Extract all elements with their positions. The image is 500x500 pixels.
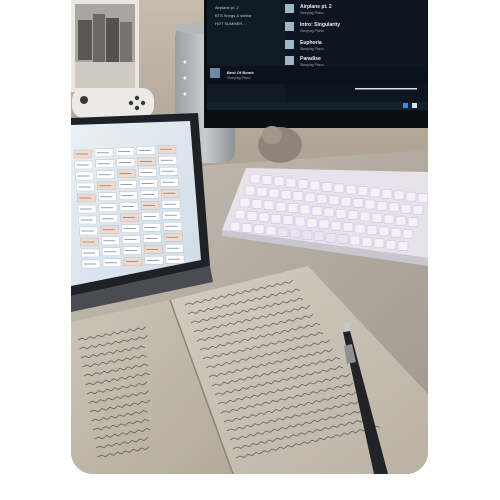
key — [292, 191, 304, 201]
key — [373, 238, 385, 249]
key — [342, 222, 354, 232]
key — [309, 180, 321, 191]
key — [328, 195, 340, 206]
key — [347, 210, 359, 220]
key — [323, 207, 335, 218]
key — [381, 189, 393, 199]
key — [333, 183, 345, 194]
key — [306, 218, 318, 228]
monitor-left-item: BTS Songs & similar — [215, 13, 252, 18]
key — [287, 203, 299, 213]
key — [304, 192, 316, 203]
key — [383, 214, 395, 225]
desk-photo: Airplane pt. 2 BTS Songs & similar HOT S… — [71, 0, 428, 474]
track-thumbnail — [285, 56, 294, 65]
key — [316, 194, 328, 204]
key — [256, 187, 268, 197]
key — [359, 211, 371, 222]
key — [364, 199, 376, 210]
track-title: Euphoria — [300, 40, 322, 46]
key — [395, 215, 407, 226]
key — [253, 224, 265, 235]
key — [268, 188, 280, 199]
key — [337, 234, 349, 244]
key — [405, 191, 417, 202]
key — [321, 182, 333, 192]
key — [251, 199, 263, 209]
key — [299, 204, 311, 215]
key — [229, 221, 241, 232]
key — [265, 225, 277, 236]
track-title: Intro: Singularity — [300, 22, 340, 28]
key — [246, 211, 258, 221]
key — [371, 213, 383, 223]
key — [388, 202, 400, 213]
key — [369, 187, 381, 198]
key — [261, 175, 273, 185]
key — [366, 225, 378, 235]
key — [239, 197, 251, 208]
key — [241, 223, 253, 233]
key — [376, 201, 388, 211]
track-thumbnail — [285, 22, 294, 31]
key — [407, 217, 419, 227]
now-playing-artist: Sleeping Piano — [227, 76, 251, 80]
key — [412, 205, 424, 215]
key — [390, 227, 402, 238]
key — [301, 230, 313, 240]
key — [335, 208, 347, 219]
track-title: Paradise — [300, 56, 321, 62]
game-controller — [72, 88, 154, 118]
key — [311, 206, 323, 216]
key — [275, 201, 287, 212]
track-artist: Sleeping Piano — [300, 47, 324, 51]
key — [285, 177, 297, 188]
key — [397, 241, 409, 251]
key — [273, 176, 285, 187]
key — [340, 196, 352, 207]
key — [378, 226, 390, 237]
key — [385, 239, 397, 250]
key — [244, 185, 256, 196]
key — [400, 203, 412, 214]
key — [313, 231, 325, 242]
key — [263, 200, 275, 211]
track-artist: Sleeping Piano — [300, 11, 324, 15]
tablet-timetable — [73, 145, 185, 269]
monitor-left-item: Airplane pt. 2 — [215, 5, 239, 10]
monitor-left-item: HOT SUMMER... — [215, 21, 246, 26]
key — [270, 213, 282, 224]
key — [354, 223, 366, 234]
key — [345, 184, 357, 195]
key — [249, 173, 261, 184]
key — [352, 198, 364, 208]
track-title: Airplane pt. 2 — [300, 4, 332, 10]
key — [258, 212, 270, 223]
key — [357, 186, 369, 196]
key — [330, 220, 342, 231]
key — [297, 179, 309, 189]
track-thumbnail — [285, 40, 294, 49]
key — [417, 193, 428, 203]
track-artist: Sleeping Piano — [300, 63, 324, 67]
key — [393, 190, 405, 201]
track-thumbnail — [285, 4, 294, 13]
key — [280, 189, 292, 200]
key — [289, 228, 301, 239]
key — [234, 209, 246, 220]
key — [349, 235, 361, 246]
key — [325, 232, 337, 243]
key — [361, 237, 373, 247]
key — [277, 227, 289, 237]
key — [282, 215, 294, 225]
key — [402, 229, 414, 239]
track-artist: Sleeping Piano — [300, 29, 324, 33]
now-playing-title: Best Of Bomb — [227, 70, 254, 75]
key — [294, 216, 306, 227]
key — [318, 219, 330, 230]
poster — [71, 0, 139, 92]
